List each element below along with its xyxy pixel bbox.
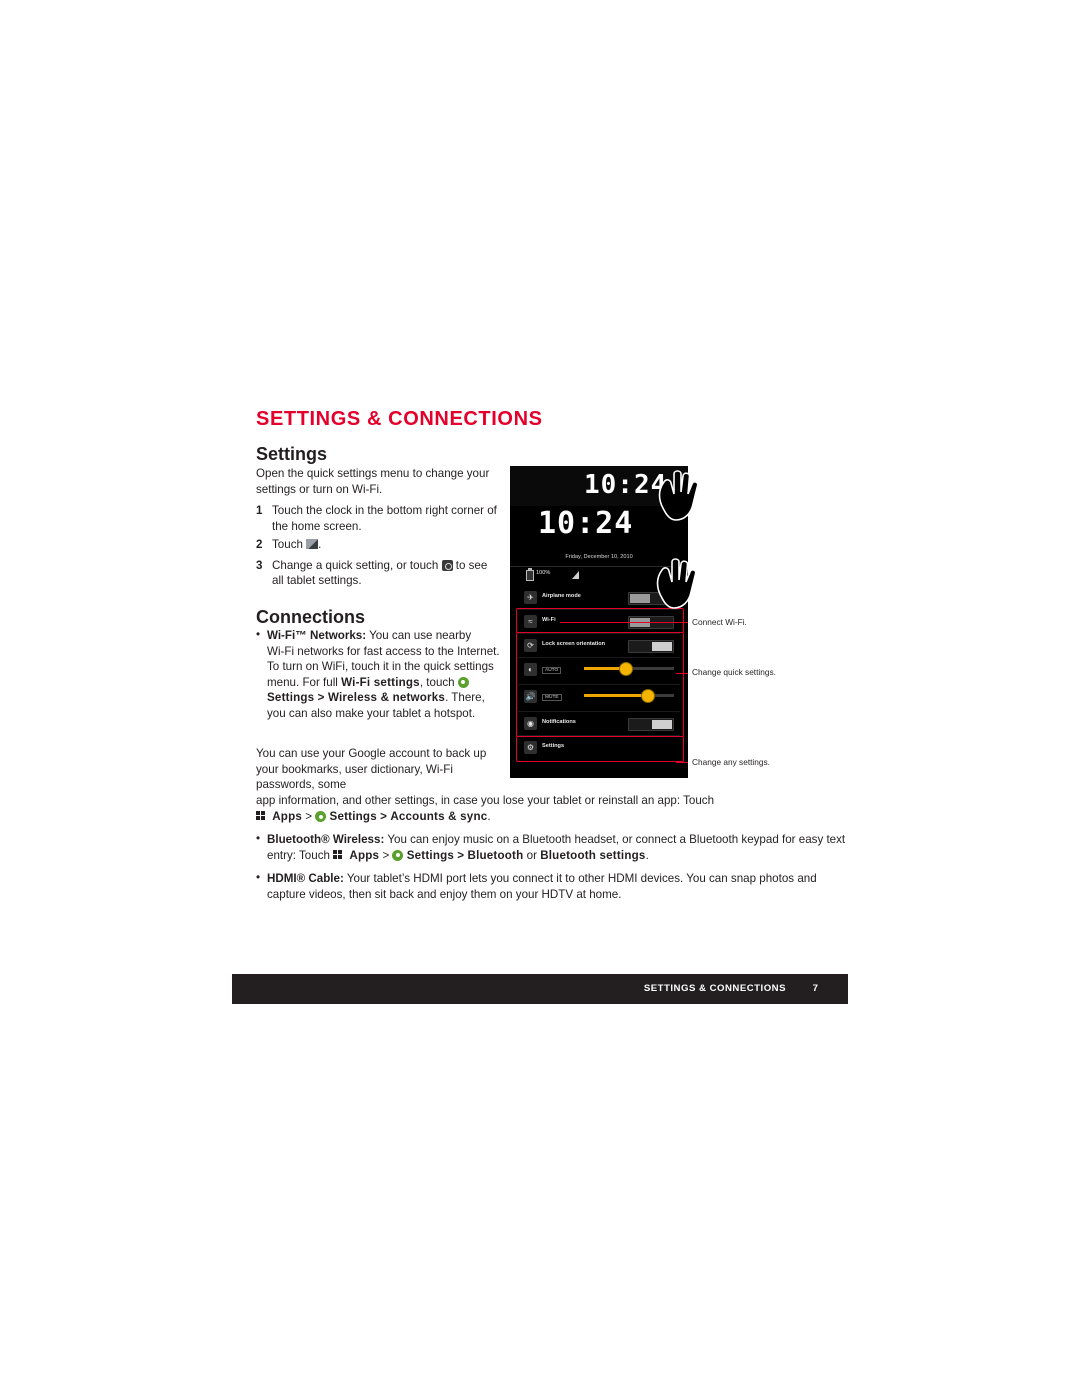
- settings-steps: 1 Touch the clock in the bottom right co…: [256, 503, 501, 592]
- google-account-paragraph-narrow: You can use your Google account to back …: [256, 746, 501, 793]
- google-paragraph-part: You can use your Google account to back …: [256, 747, 487, 792]
- settings-intro: Open the quick settings menu to change y…: [256, 467, 490, 496]
- bullet-dot: •: [256, 871, 261, 884]
- step-text: Touch the clock in the bottom right corn…: [272, 504, 497, 533]
- settings-label: Settings: [406, 848, 455, 862]
- settings-gear-icon: [392, 849, 404, 861]
- hdmi-label: HDMI® Cable:: [267, 872, 344, 885]
- step-text: Touch: [272, 538, 303, 552]
- bt-sep-1: >: [382, 848, 390, 862]
- hdmi-body: Your tablet’s HDMI port lets you connect…: [267, 872, 817, 901]
- callout-connect-wifi: Connect Wi-Fi.: [692, 617, 747, 627]
- manual-page: SETTINGS & CONNECTIONS Settings Connecti…: [0, 0, 1080, 1397]
- leader-line-quick: [676, 673, 688, 674]
- apps-icon: [256, 811, 269, 821]
- accounts-sync-label: Accounts & sync: [390, 810, 488, 823]
- leader-line-wifi: [560, 622, 688, 623]
- google-paragraph-rest: app information, and other settings, in …: [256, 794, 715, 807]
- apps-icon: [333, 849, 346, 860]
- wireless-networks-bold: > Wireless & networks: [317, 691, 446, 705]
- path-sep-2: >: [380, 810, 388, 823]
- pencil-icon: [306, 539, 319, 550]
- settings-label: Settings: [329, 810, 377, 823]
- connections-bullet-hdmi: • HDMI® Cable: Your tablet’s HDMI port l…: [256, 871, 856, 902]
- page-footer: SETTINGS & CONNECTIONS 7: [232, 974, 848, 1004]
- wifi-settings-bold: Wi-Fi settings: [341, 675, 420, 689]
- bullet-dot: •: [256, 832, 261, 845]
- airplane-icon: ✈: [524, 591, 537, 604]
- page-title: SETTINGS & CONNECTIONS: [256, 408, 543, 430]
- connections-bullet-wifi: • Wi‑Fi™ Networks: You can use nearby Wi…: [256, 628, 501, 722]
- apps-label: Apps: [349, 848, 380, 862]
- settings-gear-icon: [457, 676, 469, 688]
- highlight-settings-row: [516, 736, 684, 762]
- hand-cursor-bottom: [648, 558, 708, 623]
- step-number: 3: [256, 558, 263, 572]
- bluetooth-label: Bluetooth® Wireless:: [267, 833, 385, 846]
- step-1: 1 Touch the clock in the bottom right co…: [256, 503, 501, 534]
- bt-period: .: [645, 848, 649, 862]
- run1-tail: , touch: [419, 675, 455, 689]
- wifi-signal-icon: [572, 571, 579, 579]
- step-text-tail: .: [318, 538, 322, 552]
- bullet-label: Wi‑Fi™ Networks:: [267, 629, 367, 642]
- leader-line-any: [676, 762, 688, 763]
- callout-change-any-settings: Change any settings.: [692, 757, 770, 767]
- bluetooth-option-1: Bluetooth: [467, 848, 524, 862]
- highlight-quick-settings: [516, 632, 684, 737]
- settings-bold: Settings: [267, 691, 315, 705]
- battery-icon: [526, 568, 534, 581]
- battery-percent: 100%: [536, 570, 551, 576]
- path-sep-1: >: [305, 810, 313, 823]
- step-2: 2 Touch .: [256, 537, 501, 553]
- path-period: .: [487, 810, 491, 823]
- bullet-dot: •: [256, 628, 261, 641]
- google-account-path: Apps > Settings > Accounts & sync.: [256, 809, 856, 825]
- google-account-paragraph-wide: app information, and other settings, in …: [256, 793, 856, 809]
- section-heading-connections: Connections: [256, 607, 366, 627]
- quick-setting-label: Airplane mode: [542, 593, 581, 599]
- quick-settings-icon: [441, 559, 453, 571]
- step-number: 2: [256, 538, 263, 552]
- step-3: 3 Change a quick setting, or touch to se…: [256, 558, 501, 589]
- section-heading-settings: Settings: [256, 444, 328, 464]
- step-number: 1: [256, 504, 263, 517]
- settings-gear-icon: [315, 811, 327, 822]
- hand-cursor-top: [650, 470, 710, 535]
- connections-bullet-bluetooth: • Bluetooth® Wireless: You can enjoy mus…: [256, 832, 856, 863]
- callout-change-quick-settings: Change quick settings.: [692, 667, 776, 677]
- clock-large: 10:24: [538, 506, 634, 541]
- step-text: Change a quick setting, or touch: [272, 558, 439, 572]
- page-number: 7: [812, 983, 818, 994]
- footer-title: SETTINGS & CONNECTIONS: [643, 983, 786, 994]
- bt-sep-2: >: [457, 848, 465, 862]
- bluetooth-option-2: Bluetooth settings: [540, 848, 646, 862]
- apps-label: Apps: [272, 810, 303, 823]
- bt-or: or: [526, 848, 537, 862]
